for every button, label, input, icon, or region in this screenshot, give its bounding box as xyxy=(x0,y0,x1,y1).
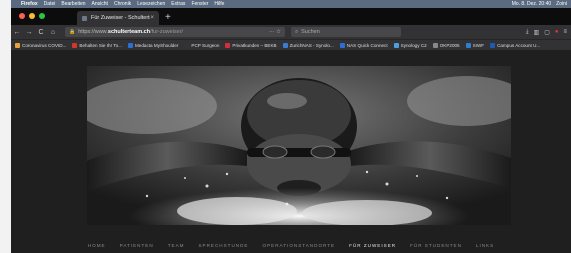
nav-fur-zuweiser[interactable]: FÜR ZUWEISER xyxy=(349,243,396,248)
menubar-user[interactable]: Zoini xyxy=(556,1,567,7)
hero-image-swimmer xyxy=(87,66,511,225)
navigation-toolbar: ← → C ⌂ 🔒 https://www. schulterteam.ch/fu… xyxy=(11,25,571,39)
menu-extras[interactable]: Extras xyxy=(171,1,185,7)
bookmark-icon xyxy=(282,42,288,48)
bookmark-label: NAS Quick Connect xyxy=(346,42,388,48)
bookmark-icon xyxy=(184,42,190,48)
bookmark-item[interactable]: Privatkunden – BEKB xyxy=(225,42,277,48)
new-tab-button[interactable]: + xyxy=(165,12,171,25)
nav-fur-studenten[interactable]: FÜR STUDENTEN xyxy=(410,243,462,248)
bookmark-item[interactable]: Campus Account U... xyxy=(490,42,541,48)
bookmark-label: SIWF xyxy=(472,42,485,48)
close-tab-icon[interactable]: × xyxy=(150,15,154,21)
tab-active[interactable]: Für Zuweiser - Schulterteam × xyxy=(77,11,159,25)
nav-sprechstunde[interactable]: SPRECHSTUNDE xyxy=(198,243,248,248)
menu-lesezeichen[interactable]: Lesezeichen xyxy=(137,1,165,7)
back-button[interactable]: ← xyxy=(11,29,23,36)
bookmark-item[interactable]: Coronavirus COVID... xyxy=(15,42,67,48)
bookmark-icon xyxy=(339,42,345,48)
page-actions-icon[interactable]: ··· ☆ xyxy=(269,29,281,35)
site-navigation: HOME PATIENTEN TEAM SPRECHSTUNDE OPERATI… xyxy=(11,243,571,248)
lock-icon[interactable]: 🔒 xyxy=(69,29,75,35)
downloads-icon[interactable]: ⤓ xyxy=(526,29,529,36)
reload-button[interactable]: C xyxy=(35,29,47,36)
sidebar-icon[interactable]: ▢ xyxy=(544,29,550,36)
bookmark-icon xyxy=(225,42,231,48)
bookmark-icon xyxy=(490,42,496,48)
bookmark-item[interactable]: Medacta MyShoulder xyxy=(127,42,179,48)
nav-team[interactable]: TEAM xyxy=(168,243,185,248)
menu-bearbeiten[interactable]: Bearbeiten xyxy=(61,1,85,7)
bookmark-label: ZurichNAS - Synolo... xyxy=(289,42,334,48)
menubar-clock[interactable]: Mo. 8. Dez. 20:40 xyxy=(512,1,551,7)
bookmark-item[interactable]: NAS Quick Connect xyxy=(339,42,388,48)
bookmark-icon xyxy=(465,42,471,48)
library-icon[interactable]: ▥ xyxy=(534,29,540,36)
menu-chronik[interactable]: Chronik xyxy=(114,1,131,7)
url-prefix: https://www. xyxy=(78,29,108,35)
url-host: schulterteam.ch xyxy=(107,29,151,35)
bookmark-label: Synology C2 xyxy=(400,42,427,48)
bookmark-icon xyxy=(393,42,399,48)
nav-operationstandorte[interactable]: OPERATIONSTANDORTE xyxy=(263,243,336,248)
browser-window: Firefox Datei Bearbeiten Ansicht Chronik… xyxy=(11,0,571,253)
bookmark-icon xyxy=(15,42,20,48)
nav-links[interactable]: LINKS xyxy=(476,243,494,248)
search-input[interactable]: ⌕ Suchen xyxy=(291,27,401,37)
bookmark-item[interactable]: SIWF xyxy=(465,42,485,48)
menu-icon[interactable]: ≡ xyxy=(563,29,567,36)
bookmark-label: Behalten Sie Ihr To... xyxy=(79,42,122,48)
bookmark-label: Campus Account U... xyxy=(497,42,541,48)
bookmark-item[interactable]: PCP Surgeon xyxy=(184,42,220,48)
bookmark-item[interactable]: Behalten Sie Ihr To... xyxy=(72,42,122,48)
home-button[interactable]: ⌂ xyxy=(47,29,59,36)
bookmark-icon xyxy=(72,42,78,48)
bookmark-label: OKP2005 xyxy=(439,42,460,48)
menu-ansicht[interactable]: Ansicht xyxy=(92,1,108,7)
bookmark-item[interactable]: OKP2005 xyxy=(432,42,460,48)
menu-fenster[interactable]: Fenster xyxy=(191,1,208,7)
menu-datei[interactable]: Datei xyxy=(44,1,56,7)
url-bar[interactable]: 🔒 https://www. schulterteam.ch/fur-zuweis… xyxy=(65,27,285,37)
url-path: /fur-zuweiser/ xyxy=(150,29,184,35)
web-page: HOME PATIENTEN TEAM SPRECHSTUNDE OPERATI… xyxy=(11,50,571,253)
bookmark-icon xyxy=(127,42,133,48)
minimize-window-button[interactable] xyxy=(29,13,35,19)
search-placeholder: Suchen xyxy=(301,29,320,35)
forward-button[interactable]: → xyxy=(23,29,35,36)
extension-icon[interactable]: ● xyxy=(555,29,559,36)
nav-home[interactable]: HOME xyxy=(88,243,106,248)
window-controls xyxy=(11,13,53,25)
mac-menu-bar: Firefox Datei Bearbeiten Ansicht Chronik… xyxy=(11,0,571,8)
nav-patienten[interactable]: PATIENTEN xyxy=(120,243,154,248)
bookmarks-toolbar: Coronavirus COVID... Behalten Sie Ihr To… xyxy=(11,39,571,50)
tab-strip: Für Zuweiser - Schulterteam × + xyxy=(11,8,571,25)
toolbar-extensions: ⤓ ▥ ▢ ● ≡ xyxy=(526,29,571,36)
swimmer-photo xyxy=(87,66,511,225)
close-window-button[interactable] xyxy=(19,13,25,19)
bookmark-label: Medacta MyShoulder xyxy=(134,42,179,48)
tab-title: Für Zuweiser - Schulterteam xyxy=(91,15,150,21)
favicon-icon xyxy=(82,15,87,21)
bookmark-item[interactable]: ZurichNAS - Synolo... xyxy=(282,42,334,48)
maximize-window-button[interactable] xyxy=(39,13,45,19)
menu-firefox[interactable]: Firefox xyxy=(21,1,38,7)
bookmark-label: Privatkunden – BEKB xyxy=(232,42,277,48)
bookmark-icon xyxy=(432,42,438,48)
bookmark-label: Coronavirus COVID... xyxy=(22,42,67,48)
bookmark-item[interactable]: Synology C2 xyxy=(393,42,427,48)
search-icon: ⌕ xyxy=(295,28,299,35)
menu-hilfe[interactable]: Hilfe xyxy=(214,1,224,7)
bookmark-label: PCP Surgeon xyxy=(191,42,220,48)
